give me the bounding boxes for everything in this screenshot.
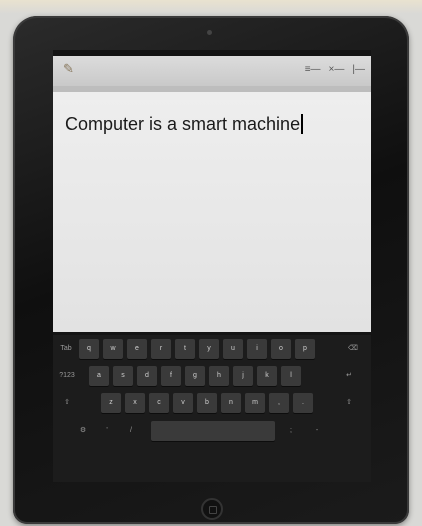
menu-control[interactable]: ≡—	[305, 64, 321, 76]
key-dash[interactable]: -	[309, 421, 325, 441]
key-x[interactable]: x	[125, 393, 145, 413]
document-area[interactable]: Computer is a smart machine	[53, 92, 371, 332]
key-period[interactable]: .	[293, 393, 313, 413]
onscreen-keyboard: Tab q w e r t y u i o p ⌫ ?123 a s d f g	[53, 335, 371, 482]
key-slash[interactable]: /	[123, 421, 139, 441]
tablet-device: ✎ ≡— ×— |— Computer is a smart machine T…	[13, 16, 409, 524]
key-z[interactable]: z	[101, 393, 121, 413]
home-square-icon	[209, 506, 217, 514]
key-e[interactable]: e	[127, 339, 147, 359]
shift-left-key[interactable]: ⇧	[57, 393, 77, 413]
key-d[interactable]: d	[137, 366, 157, 386]
keyboard-row-4: ⚙ ' / ; -	[53, 421, 371, 443]
key-semicolon[interactable]: ;	[283, 421, 299, 441]
key-c[interactable]: c	[149, 393, 169, 413]
key-comma[interactable]: ,	[269, 393, 289, 413]
window-controls: ≡— ×— |—	[305, 64, 365, 76]
camera-icon	[207, 30, 212, 35]
key-l[interactable]: l	[281, 366, 301, 386]
backspace-key[interactable]: ⌫	[343, 339, 363, 359]
restore-control[interactable]: |—	[352, 64, 365, 76]
key-k[interactable]: k	[257, 366, 277, 386]
pen-icon[interactable]: ✎	[63, 62, 79, 76]
keyboard-row-2: ?123 a s d f g h j k l ↵	[53, 366, 371, 388]
key-b[interactable]: b	[197, 393, 217, 413]
key-n[interactable]: n	[221, 393, 241, 413]
key-t[interactable]: t	[175, 339, 195, 359]
key-a[interactable]: a	[89, 366, 109, 386]
shift-right-key[interactable]: ⇧	[339, 393, 359, 413]
key-u[interactable]: u	[223, 339, 243, 359]
keyboard-row-3: ⇧ z x c v b n m , . ⇧	[53, 393, 371, 415]
settings-key[interactable]: ⚙	[73, 421, 93, 441]
key-m[interactable]: m	[245, 393, 265, 413]
close-control[interactable]: ×—	[329, 64, 345, 76]
home-button[interactable]	[201, 498, 223, 520]
window-titlebar: ✎ ≡— ×— |—	[53, 56, 371, 86]
space-bar[interactable]	[151, 421, 275, 441]
key-o[interactable]: o	[271, 339, 291, 359]
text-caret	[301, 114, 303, 134]
key-f[interactable]: f	[161, 366, 181, 386]
key-j[interactable]: j	[233, 366, 253, 386]
key-g[interactable]: g	[185, 366, 205, 386]
key-symbols[interactable]: ?123	[57, 366, 77, 386]
key-v[interactable]: v	[173, 393, 193, 413]
tablet-screen: ✎ ≡— ×— |— Computer is a smart machine T…	[53, 50, 371, 482]
key-s[interactable]: s	[113, 366, 133, 386]
document-text[interactable]: Computer is a smart machine	[65, 114, 303, 135]
page-background	[0, 0, 422, 14]
key-y[interactable]: y	[199, 339, 219, 359]
key-q[interactable]: q	[79, 339, 99, 359]
enter-key[interactable]: ↵	[335, 366, 363, 386]
key-apostrophe[interactable]: '	[99, 421, 115, 441]
key-p[interactable]: p	[295, 339, 315, 359]
key-tab[interactable]: Tab	[57, 339, 75, 359]
key-i[interactable]: i	[247, 339, 267, 359]
key-r[interactable]: r	[151, 339, 171, 359]
keyboard-row-1: Tab q w e r t y u i o p ⌫	[53, 339, 371, 361]
key-h[interactable]: h	[209, 366, 229, 386]
key-w[interactable]: w	[103, 339, 123, 359]
